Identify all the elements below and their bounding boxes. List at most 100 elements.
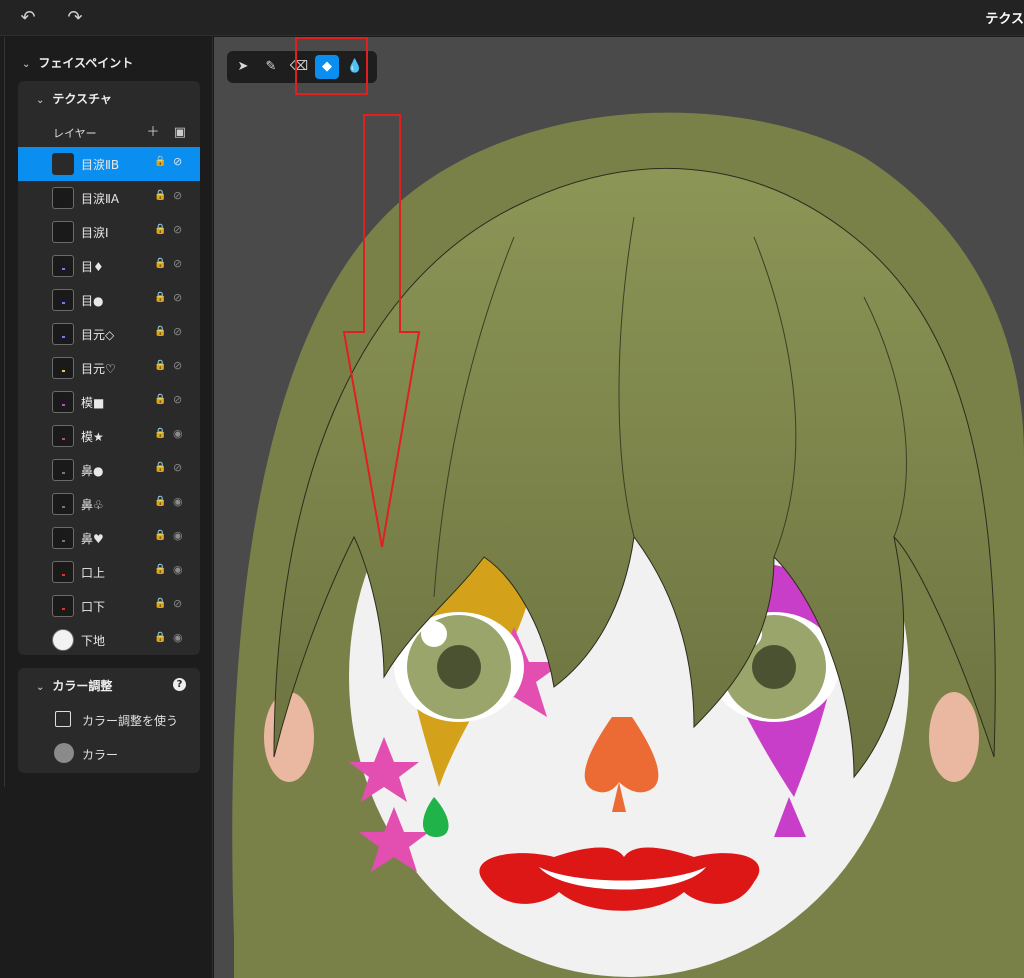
lock-icon[interactable]: 🔒 [154,564,166,575]
layer-thumbnail [52,391,74,413]
lock-icon[interactable]: 🔒 [154,530,166,541]
lock-icon[interactable]: 🔒 [154,292,166,303]
layer-row[interactable]: 鼻♥ 🔒 ◉ [18,521,200,555]
layer-name: 目♦ [81,260,104,274]
red-mouth-paint [479,847,760,911]
eye-icon[interactable]: ◉ [173,631,183,644]
lock-icon[interactable]: 🔒 [154,632,166,643]
layer-name: 目● [81,294,104,308]
layer-name: 目元♡ [81,362,116,376]
annotation-box [295,37,368,95]
layer-row[interactable]: 目涙ⅡB 🔒 ⊘ [18,147,200,181]
top-bar: ↶ ↷ テクス [0,0,1024,36]
layer-row[interactable]: 目♦ 🔒 ⊘ [18,249,200,283]
lock-icon[interactable]: 🔒 [154,598,166,609]
layer-thumbnail [52,595,74,617]
canvas-viewport[interactable]: ➤ ✎ ⌫ ◆ 💧 [214,37,1024,978]
layer-name: 鼻♧ [81,498,104,512]
layer-thumbnail [52,425,74,447]
lock-icon[interactable]: 🔒 [154,326,166,337]
layer-name: 目元◇ [81,328,115,342]
layer-row[interactable]: 下地 🔒 ◉ [18,623,200,657]
color-swatch[interactable] [54,743,74,763]
texture-panel: ⌄ テクスチャ レイヤー ＋ ▣ 目涙ⅡB 🔒 ⊘ 目涙ⅡA 🔒 ⊘ 目涙Ⅰ 🔒 … [18,81,200,655]
pen-tool-icon[interactable]: ✎ [259,55,283,79]
lock-icon[interactable]: 🔒 [154,156,166,167]
eye-icon[interactable]: ◉ [173,495,183,508]
lock-icon[interactable]: 🔒 [154,394,166,405]
help-icon[interactable]: ? [173,678,186,691]
eye-icon[interactable]: ◉ [173,529,183,542]
layer-row[interactable]: 模★ 🔒 ◉ [18,419,200,453]
layer-thumbnail [52,153,74,175]
layer-row[interactable]: 口下 🔒 ⊘ [18,589,200,623]
layer-thumbnail [52,255,74,277]
sidebar: ⌄ フェイスペイント ⌄ テクスチャ レイヤー ＋ ▣ 目涙ⅡB 🔒 ⊘ 目涙ⅡA … [0,37,213,978]
eye-hidden-icon[interactable]: ⊘ [173,189,182,202]
eye-hidden-icon[interactable]: ⊘ [173,325,182,338]
lock-icon[interactable]: 🔒 [154,496,166,507]
layer-name: 目涙ⅡA [81,192,120,206]
undo-icon[interactable]: ↶ [16,6,40,30]
eye-hidden-icon[interactable]: ⊘ [173,359,182,372]
color-label: カラー [82,748,119,762]
add-image-icon[interactable]: ▣ [174,125,186,140]
eye-hidden-icon[interactable]: ⊘ [173,597,182,610]
eye-hidden-icon[interactable]: ⊘ [173,291,182,304]
add-layer-icon[interactable]: ＋ [147,125,160,140]
layer-thumbnail [52,459,74,481]
layer-row[interactable]: 目元♡ 🔒 ⊘ [18,351,200,385]
layer-row[interactable]: 鼻♧ 🔒 ◉ [18,487,200,521]
layer-thumbnail [52,527,74,549]
layer-row[interactable]: 目元◇ 🔒 ⊘ [18,317,200,351]
layer-row[interactable]: 目涙Ⅰ 🔒 ⊘ [18,215,200,249]
eye-hidden-icon[interactable]: ⊘ [173,223,182,236]
layer-name: 下地 [81,634,106,648]
layer-row[interactable]: 模■ 🔒 ⊘ [18,385,200,419]
layer-row[interactable]: 目涙ⅡA 🔒 ⊘ [18,181,200,215]
character-preview [232,112,1024,978]
lock-icon[interactable]: 🔒 [154,462,166,473]
layer-name: 目涙Ⅰ [81,226,109,240]
lock-icon[interactable]: 🔒 [154,190,166,201]
eye-icon[interactable]: ◉ [173,563,183,576]
layer-name: 口下 [81,600,106,614]
use-color-adjust-checkbox[interactable] [55,711,71,727]
color-adjust-panel: ⌄ カラー調整 ? カラー調整を使う カラー [18,668,200,773]
lock-icon[interactable]: 🔒 [154,258,166,269]
use-color-adjust-label: カラー調整を使う [82,714,179,728]
select-tool-icon[interactable]: ➤ [231,55,255,79]
eye-hidden-icon[interactable]: ⊘ [173,155,182,168]
eye-icon[interactable]: ◉ [173,427,183,440]
eye-hidden-icon[interactable]: ⊘ [173,393,182,406]
left-ear [264,692,314,782]
layer-thumbnail [52,357,74,379]
layer-thumbnail [52,289,74,311]
color-adjust-header[interactable]: ⌄ カラー調整 [36,677,112,694]
layer-name: 鼻♥ [81,532,104,546]
layer-name: 鼻● [81,464,104,478]
layer-row[interactable]: 鼻● 🔒 ⊘ [18,453,200,487]
layer-thumbnail [52,323,74,345]
lock-icon[interactable]: 🔒 [154,224,166,235]
layer-thumbnail [52,561,74,583]
layer-row[interactable]: 口上 🔒 ◉ [18,555,200,589]
layer-row[interactable]: 目● 🔒 ⊘ [18,283,200,317]
chevron-down-icon: ⌄ [22,59,31,70]
chevron-down-icon: ⌄ [36,682,45,693]
divider [4,37,5,787]
eye-hidden-icon[interactable]: ⊘ [173,461,182,474]
lock-icon[interactable]: 🔒 [154,360,166,371]
layer-name: 模★ [81,430,104,444]
layer-thumbnail [52,629,74,651]
texture-header[interactable]: ⌄ テクスチャ [36,90,112,107]
page-title: テクス [985,12,1024,27]
eye-hidden-icon[interactable]: ⊘ [173,257,182,270]
layer-name: 口上 [81,566,106,580]
layer-name: 模■ [81,396,105,410]
lock-icon[interactable]: 🔒 [154,428,166,439]
left-pupil [437,645,481,689]
section-header-face-paint[interactable]: ⌄ フェイスペイント [22,54,133,71]
redo-icon[interactable]: ↷ [63,6,87,30]
right-ear [929,692,979,782]
